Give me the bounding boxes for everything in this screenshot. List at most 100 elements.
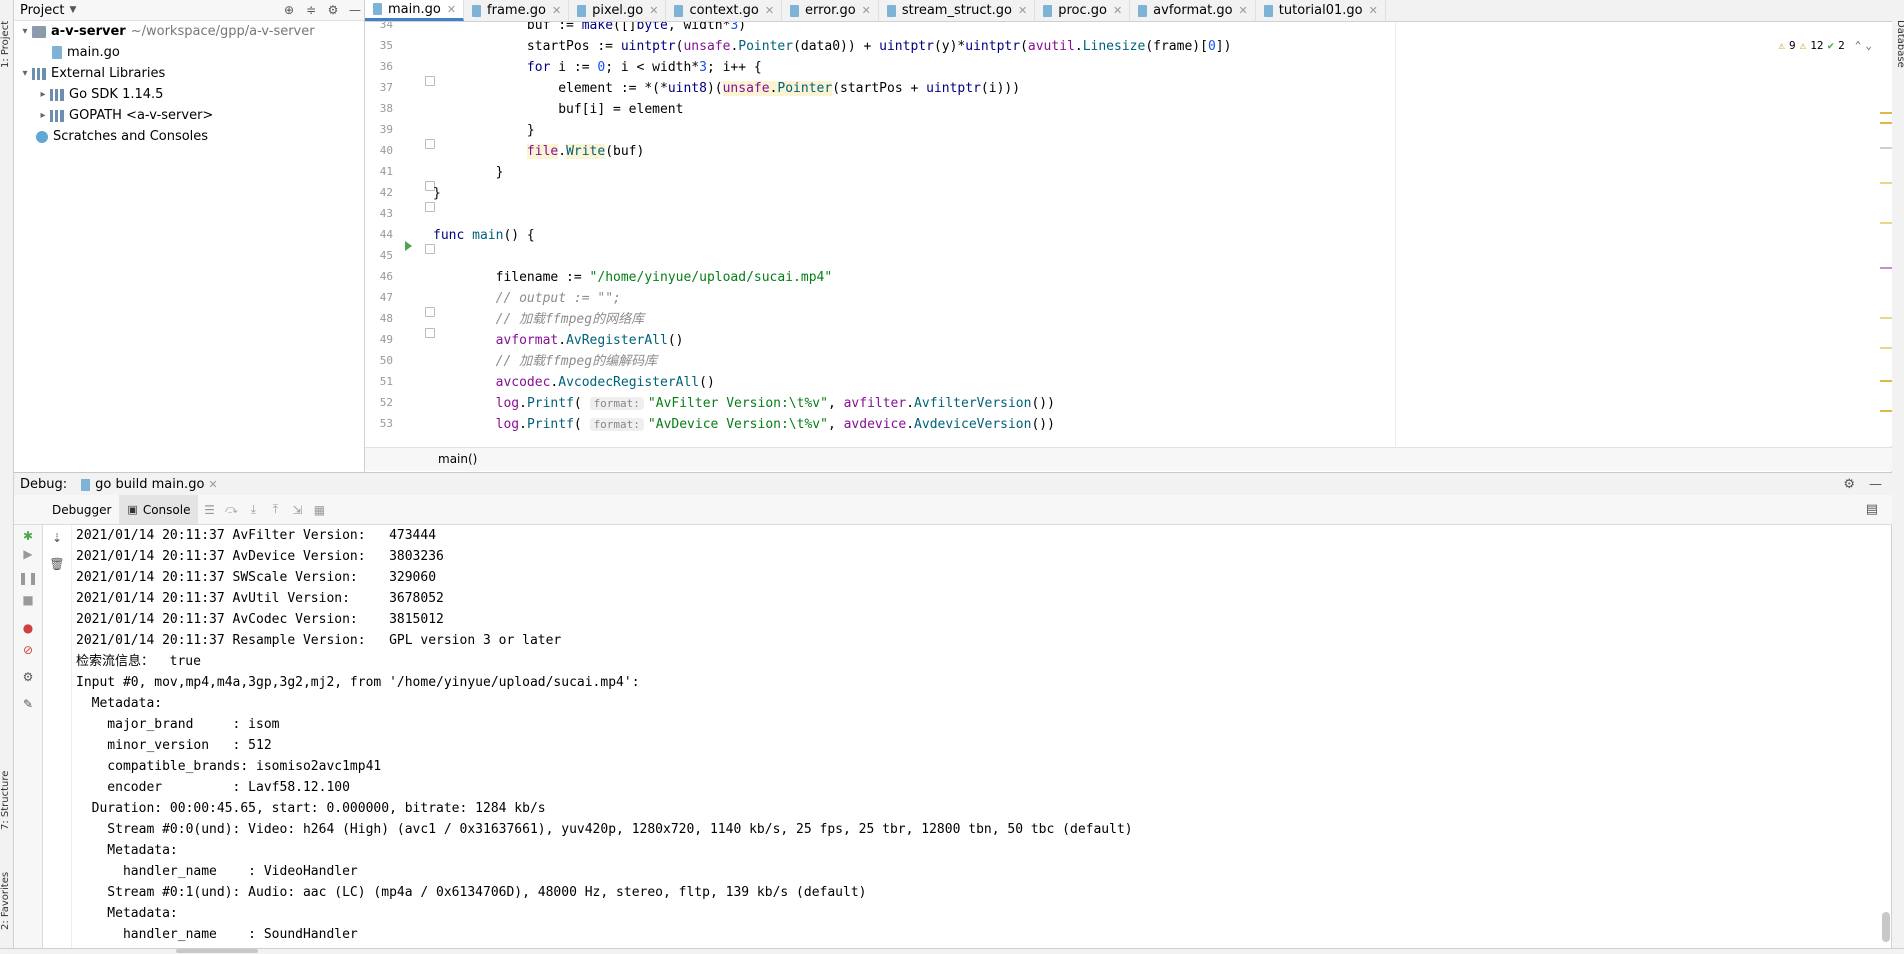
stripe-marker[interactable] — [1880, 347, 1892, 349]
hide-icon[interactable]: — — [346, 1, 364, 19]
favorites-tool-tab[interactable]: 2: Favorites — [0, 860, 13, 930]
line-number: 37 — [379, 81, 393, 94]
tab-context-go[interactable]: context.go ✕ — [666, 0, 783, 21]
tree-item-label: main.go — [67, 45, 120, 60]
tree-item-gopath[interactable]: ▸ GOPATH <a-v-server> — [14, 105, 364, 126]
gear-icon[interactable]: ⚙ — [1843, 477, 1855, 492]
locate-icon[interactable]: ⊕ — [280, 1, 298, 19]
chevron-right-icon[interactable]: ▸ — [36, 89, 50, 100]
stripe-marker[interactable] — [1880, 317, 1892, 319]
step-over-icon[interactable]: ⤼ — [220, 499, 242, 521]
tab-pixel-go[interactable]: pixel.go ✕ — [569, 0, 667, 21]
tab-label: main.go — [388, 1, 441, 17]
tab-avformat-go[interactable]: avformat.go ✕ — [1130, 0, 1256, 21]
menu-icon[interactable]: ☰ — [198, 499, 220, 521]
scroll-to-end-icon[interactable]: ⇣ — [48, 529, 66, 547]
tab-label: pixel.go — [592, 3, 644, 18]
layout-icon[interactable]: ▤ — [1866, 502, 1878, 517]
evaluate-icon[interactable]: ▦ — [308, 499, 330, 521]
ok-count: 2 — [1838, 39, 1845, 52]
stop-icon[interactable]: ■ — [19, 591, 37, 609]
tree-item-scratches[interactable]: Scratches and Consoles — [14, 126, 364, 147]
run-icon[interactable] — [405, 241, 412, 251]
gear-icon[interactable]: ⚙ — [324, 1, 342, 19]
chevron-down-icon[interactable]: ⌄ — [1865, 39, 1872, 52]
horizontal-scrollbar-thumb[interactable] — [176, 949, 258, 953]
step-into-icon[interactable]: ⤓ — [242, 499, 264, 521]
run-config-tab[interactable]: go build main.go ✕ — [81, 477, 218, 492]
stripe-marker[interactable] — [1880, 112, 1892, 114]
chevron-down-icon[interactable]: ▾ — [18, 26, 32, 37]
pin-icon[interactable]: ✎ — [19, 695, 37, 713]
chevron-right-icon[interactable]: ▸ — [36, 110, 50, 121]
stripe-marker[interactable] — [1880, 122, 1892, 124]
code-line: // 加载ffmpeg的编解码库 — [433, 351, 657, 372]
mute-breakpoints-icon[interactable]: ⊘ — [19, 641, 37, 659]
go-file-icon — [52, 46, 62, 59]
console-line: minor_version : 512 — [76, 738, 272, 753]
tree-item-project-root[interactable]: ▾ a-v-server ~/workspace/gpp/a-v-server — [14, 21, 364, 42]
error-stripe[interactable] — [1880, 62, 1892, 442]
code-editor[interactable]: 34 35 36 37 38 39 40 41 42 43 44 45 46 4… — [365, 22, 1892, 446]
stripe-marker[interactable] — [1880, 222, 1892, 224]
library-icon — [50, 109, 64, 122]
close-icon[interactable]: ✕ — [1018, 4, 1027, 17]
hide-icon[interactable]: — — [1869, 477, 1882, 492]
console-line: compatible_brands: isomiso2avc1mp41 — [76, 759, 382, 774]
tree-item-main-go[interactable]: main.go — [14, 42, 364, 63]
close-icon[interactable]: ✕ — [208, 478, 217, 491]
stripe-marker[interactable] — [1880, 410, 1892, 412]
gear-icon[interactable]: ⚙ — [19, 668, 37, 686]
step-out-icon[interactable]: ⤒ — [264, 499, 286, 521]
tab-tutorial01-go[interactable]: tutorial01.go ✕ — [1256, 0, 1386, 21]
tab-stream-struct-go[interactable]: stream_struct.go ✕ — [879, 0, 1036, 21]
scrollbar-thumb[interactable] — [1882, 912, 1890, 942]
status-bar — [0, 948, 1904, 954]
stripe-marker[interactable] — [1880, 147, 1892, 149]
tab-error-go[interactable]: error.go ✕ — [782, 0, 879, 21]
line-number: 44 — [379, 228, 393, 241]
tab-debugger[interactable]: Debugger — [44, 495, 119, 524]
tree-item-external-libraries[interactable]: ▾ External Libraries — [14, 63, 364, 84]
chevron-down-icon[interactable]: ▼ — [69, 5, 76, 15]
inspection-widget[interactable]: ⚠ 9 ⚠ 12 ✔ 2 ⌃ ⌄ — [1778, 39, 1872, 52]
pause-icon[interactable]: ❚❚ — [18, 569, 38, 587]
stripe-marker[interactable] — [1880, 182, 1892, 184]
chevron-up-icon[interactable]: ⌃ — [1855, 39, 1862, 52]
tab-main-go[interactable]: main.go ✕ — [365, 0, 465, 21]
stripe-marker[interactable] — [1880, 380, 1892, 382]
close-icon[interactable]: ✕ — [552, 4, 561, 17]
tab-label: Console — [142, 502, 191, 517]
tree-item-go-sdk[interactable]: ▸ Go SDK 1.14.5 — [14, 84, 364, 105]
project-panel-title[interactable]: Project — [20, 3, 64, 18]
line-number: 43 — [379, 207, 393, 220]
structure-tool-tab[interactable]: 7: Structure — [0, 760, 13, 830]
tab-frame-go[interactable]: frame.go ✕ — [464, 0, 570, 21]
close-icon[interactable]: ✕ — [862, 4, 871, 17]
tab-console[interactable]: ▣ Console — [119, 495, 199, 524]
collapse-all-icon[interactable]: ≑ — [302, 1, 320, 19]
trash-icon[interactable]: 🗑 — [48, 555, 66, 573]
tree-item-label: Go SDK 1.14.5 — [69, 87, 164, 102]
close-icon[interactable]: ✕ — [447, 3, 456, 16]
tab-label: error.go — [805, 3, 856, 18]
project-tool-tab[interactable]: 1: Project — [0, 8, 13, 68]
console-scrollbar[interactable] — [1880, 525, 1890, 948]
database-tool-tab[interactable]: Database — [1893, 20, 1904, 80]
close-icon[interactable]: ✕ — [1239, 4, 1248, 17]
view-breakpoints-icon[interactable]: ● — [19, 619, 37, 637]
close-icon[interactable]: ✕ — [765, 4, 774, 17]
breadcrumb-item[interactable]: main() — [438, 452, 477, 466]
debug-bug-icon[interactable]: ✱ — [19, 527, 37, 545]
close-icon[interactable]: ✕ — [1369, 4, 1378, 17]
console-output[interactable]: 2021/01/14 20:11:37 AvFilter Version: 47… — [72, 525, 1877, 948]
resume-icon[interactable]: ▶ — [19, 545, 37, 563]
chevron-down-icon[interactable]: ▾ — [18, 68, 32, 79]
stripe-marker[interactable] — [1880, 267, 1892, 269]
line-number: 35 — [379, 39, 393, 52]
close-icon[interactable]: ✕ — [649, 4, 658, 17]
tab-proc-go[interactable]: proc.go ✕ — [1035, 0, 1131, 21]
run-to-cursor-icon[interactable]: ⇲ — [286, 499, 308, 521]
close-icon[interactable]: ✕ — [1113, 4, 1122, 17]
line-number: 38 — [379, 102, 393, 115]
